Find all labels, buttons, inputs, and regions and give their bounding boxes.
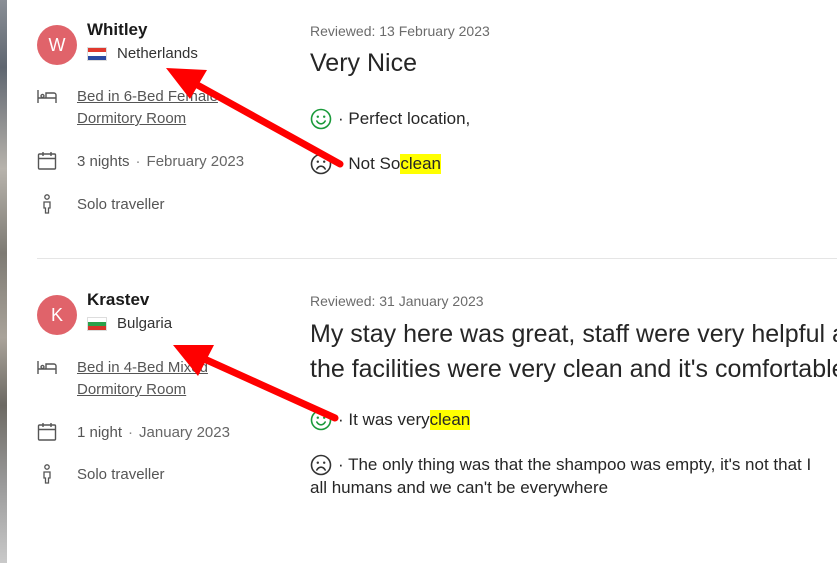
separator-dot: · bbox=[128, 424, 134, 441]
review-title-line1: My stay here was great, staff were very … bbox=[310, 320, 837, 348]
review-divider bbox=[37, 258, 837, 259]
room-type-link-line2[interactable]: Dormitory Room bbox=[77, 379, 208, 401]
traveller-type-row: Solo traveller bbox=[37, 194, 165, 216]
nights-count: 1 night bbox=[77, 424, 123, 441]
review-date: Reviewed: 13 February 2023 bbox=[310, 23, 490, 39]
room-type-link[interactable]: Bed in 4-Bed Mixed bbox=[77, 357, 208, 379]
negative-comment: · Not So clean bbox=[310, 153, 441, 175]
calendar-icon bbox=[37, 422, 57, 442]
traveller-type: Solo traveller bbox=[77, 466, 165, 483]
smiley-sad-icon bbox=[310, 454, 332, 476]
negative-text: · Not So bbox=[338, 154, 401, 173]
stay-length-row: 3 nights · February 2023 bbox=[37, 151, 244, 173]
avatar-letter: W bbox=[48, 34, 66, 55]
separator-dot: · bbox=[135, 153, 141, 170]
reviewer-name: Whitley bbox=[87, 20, 148, 39]
stay-date: February 2023 bbox=[146, 153, 245, 170]
reviewer-country: Netherlands bbox=[87, 45, 198, 62]
avatar: K bbox=[37, 295, 77, 335]
nights-count: 3 nights bbox=[77, 153, 130, 170]
negative-text-continued: all humans and we can't be everywhere bbox=[310, 478, 609, 497]
negative-text: · The only thing was that the shampoo wa… bbox=[338, 455, 812, 474]
positive-text: · It was very bbox=[338, 410, 430, 429]
stay-length-row: 1 night · January 2023 bbox=[37, 422, 230, 444]
stay-date: January 2023 bbox=[139, 424, 230, 441]
country-label: Netherlands bbox=[117, 45, 198, 62]
review-date: Reviewed: 31 January 2023 bbox=[310, 293, 484, 309]
positive-text: · Perfect location, bbox=[338, 109, 471, 128]
reviewer-country: Bulgaria bbox=[87, 315, 172, 332]
netherlands-flag-icon bbox=[87, 46, 107, 61]
smiley-happy-icon bbox=[310, 108, 332, 130]
person-icon bbox=[37, 464, 57, 484]
background-photo-strip bbox=[0, 0, 7, 563]
positive-comment: · It was very clean bbox=[310, 409, 471, 431]
bulgaria-flag-icon bbox=[87, 316, 107, 331]
avatar-letter: K bbox=[50, 304, 63, 325]
review-title: Very Nice bbox=[310, 49, 417, 77]
country-label: Bulgaria bbox=[117, 315, 173, 332]
traveller-type-row: Solo traveller bbox=[37, 464, 165, 486]
negative-comment: · The only thing was that the shampoo wa… bbox=[310, 454, 811, 498]
smiley-happy-icon bbox=[310, 409, 332, 431]
bed-icon bbox=[37, 86, 57, 106]
negative-comment-line2: all humans and we can't be everywhere bbox=[310, 478, 811, 498]
room-type-row: Bed in 6-Bed Female Dormitory Room bbox=[37, 86, 218, 130]
reviewer-name: Krastev bbox=[87, 290, 150, 309]
room-type-link[interactable]: Bed in 6-Bed Female bbox=[77, 86, 218, 108]
review-content: Reviewed: 31 January 2023 My stay here w… bbox=[310, 293, 837, 387]
review-content: Reviewed: 13 February 2023 Very Nice bbox=[310, 23, 490, 78]
person-icon bbox=[37, 194, 57, 214]
review-title-line2: the facilities were very clean and it's … bbox=[310, 355, 837, 383]
room-type-row: Bed in 4-Bed Mixed Dormitory Room bbox=[37, 357, 208, 401]
highlighted-keyword: clean bbox=[429, 410, 471, 430]
traveller-type: Solo traveller bbox=[77, 196, 165, 213]
negative-comment-line1: · The only thing was that the shampoo wa… bbox=[310, 454, 811, 476]
smiley-sad-icon bbox=[310, 153, 332, 175]
calendar-icon bbox=[37, 151, 57, 171]
room-type-link-line2[interactable]: Dormitory Room bbox=[77, 108, 218, 130]
bed-icon bbox=[37, 357, 57, 377]
highlighted-keyword: clean bbox=[400, 154, 441, 174]
avatar: W bbox=[37, 25, 77, 65]
positive-comment: · Perfect location, bbox=[310, 108, 470, 130]
